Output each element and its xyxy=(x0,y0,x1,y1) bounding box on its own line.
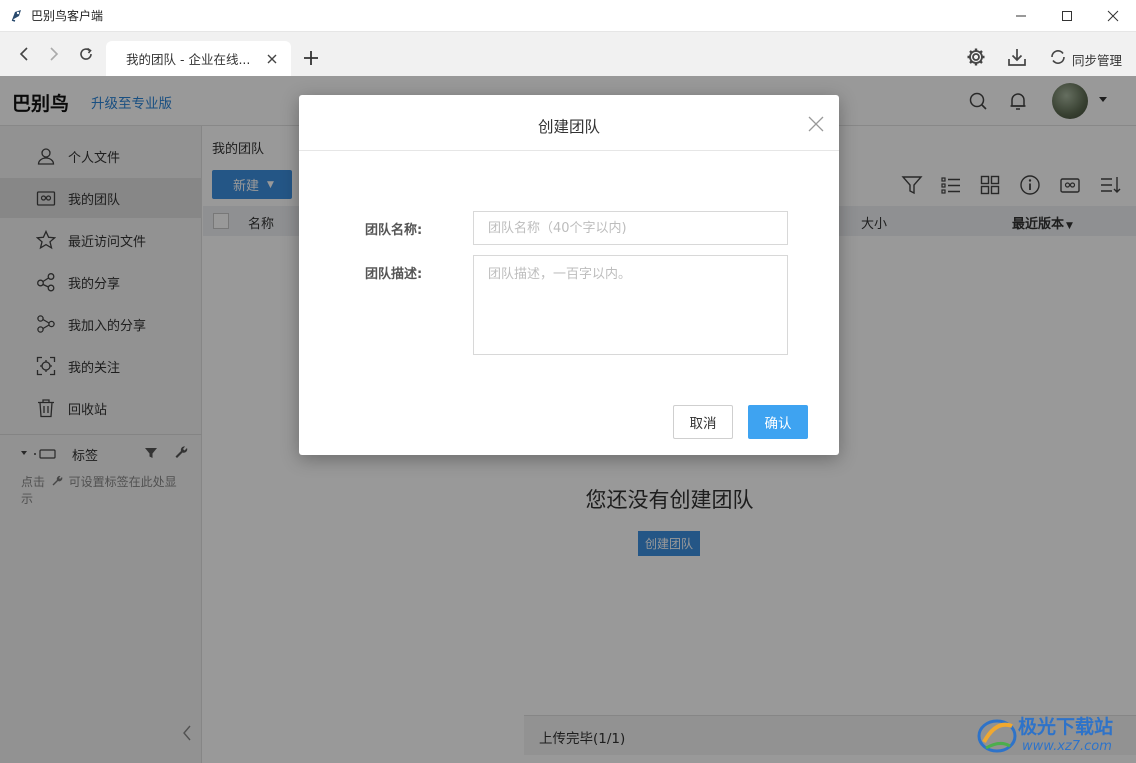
refresh-button[interactable] xyxy=(76,44,96,64)
title-bar: 巴别鸟客户端 xyxy=(0,0,1136,32)
tab-my-team[interactable]: 我的团队 - 企业在线... xyxy=(106,41,291,76)
maximize-icon xyxy=(1062,11,1072,21)
new-tab-icon[interactable] xyxy=(301,48,321,68)
chevron-right-icon xyxy=(50,47,59,61)
window-title: 巴别鸟客户端 xyxy=(31,9,104,23)
tab-label: 我的团队 - 企业在线... xyxy=(126,52,251,67)
close-window-button[interactable] xyxy=(1090,0,1136,32)
tab-bar: 我的团队 - 企业在线... 同步管理 xyxy=(0,32,1136,76)
dialog-title: 创建团队 xyxy=(537,118,600,136)
confirm-button[interactable]: 确认 xyxy=(748,405,808,439)
team-desc-label: 团队描述: xyxy=(365,267,423,282)
download-icon[interactable] xyxy=(1007,47,1027,67)
team-name-label: 团队名称: xyxy=(365,223,423,238)
settings-icon[interactable] xyxy=(966,47,986,67)
watermark: 极光下载站 www.xz7.com xyxy=(976,708,1132,760)
forward-button[interactable] xyxy=(44,44,64,64)
team-name-input[interactable] xyxy=(473,211,788,245)
back-button[interactable] xyxy=(14,44,34,64)
refresh-icon xyxy=(80,47,92,60)
chevron-left-icon xyxy=(19,47,28,61)
minimize-button[interactable] xyxy=(998,0,1044,32)
dialog-divider xyxy=(299,150,839,151)
minimize-icon xyxy=(1016,15,1026,17)
maximize-button[interactable] xyxy=(1044,0,1090,32)
close-icon xyxy=(1107,10,1119,22)
create-team-dialog: 创建团队 团队名称: 团队描述: 取消 确认 xyxy=(299,95,839,455)
close-icon[interactable] xyxy=(807,115,825,133)
sync-manage-label[interactable]: 同步管理 xyxy=(1072,50,1122,69)
watermark-url: www.xz7.com xyxy=(1022,739,1112,754)
team-desc-input[interactable] xyxy=(473,255,788,355)
watermark-text: 极光下载站 xyxy=(1018,716,1114,738)
close-tab-icon[interactable] xyxy=(265,52,279,66)
sync-icon[interactable] xyxy=(1048,47,1068,67)
watermark-logo-icon xyxy=(977,719,1017,753)
cancel-button[interactable]: 取消 xyxy=(673,405,733,439)
app-logo-icon xyxy=(11,9,21,22)
